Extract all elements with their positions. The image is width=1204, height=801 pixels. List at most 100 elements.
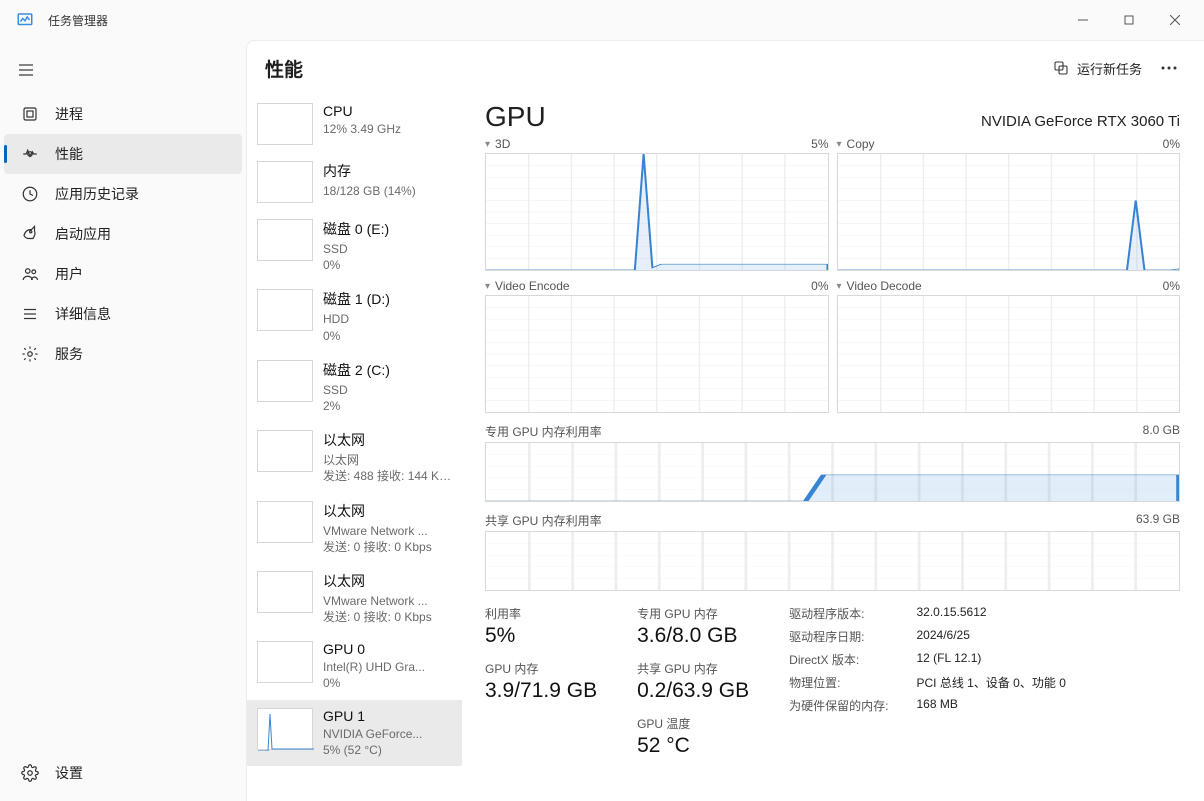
resource-item[interactable]: CPU12% 3.49 GHz xyxy=(247,95,462,153)
info-v: 32.0.15.5612 xyxy=(917,605,1066,622)
chevron-down-icon[interactable]: ▾ xyxy=(837,281,842,292)
resource-title: 以太网 xyxy=(323,501,454,521)
resource-sub: NVIDIA GeForce... xyxy=(323,726,454,742)
nav-label: 进程 xyxy=(55,104,83,124)
app-icon xyxy=(16,11,34,29)
chart-dedicated-mem xyxy=(485,442,1180,502)
resource-title: 以太网 xyxy=(323,430,454,450)
content-card: 性能 运行新任务 CPU12% 3.49 GHz内存18/128 GB (14%… xyxy=(246,40,1204,801)
resource-sub: 2% xyxy=(323,398,454,414)
resource-title: GPU 0 xyxy=(323,641,454,657)
resource-item[interactable]: GPU 0 Intel(R) UHD Gra...0% xyxy=(247,633,462,699)
chart-venc-value: 0% xyxy=(811,279,828,293)
info-k: 驱动程序版本: xyxy=(789,605,888,622)
resource-sub: VMware Network ... xyxy=(323,523,454,539)
chart-video-encode xyxy=(485,295,829,413)
resource-item[interactable]: 以太网VMware Network ...发送: 0 接收: 0 Kbps xyxy=(247,493,462,563)
nav-details[interactable]: 详细信息 xyxy=(4,294,242,334)
temp-label: GPU 温度 xyxy=(637,715,749,732)
nav-label: 服务 xyxy=(55,344,83,364)
nav-performance[interactable]: 性能 xyxy=(4,134,242,174)
performance-icon xyxy=(21,145,39,163)
resource-title: GPU 1 xyxy=(323,708,454,724)
nav-history[interactable]: 应用历史记录 xyxy=(4,174,242,214)
maximize-button[interactable] xyxy=(1106,4,1152,36)
resource-sub: SSD xyxy=(323,382,454,398)
nav-label: 设置 xyxy=(55,763,83,783)
resource-item[interactable]: 以太网VMware Network ...发送: 0 接收: 0 Kbps xyxy=(247,563,462,633)
more-button[interactable] xyxy=(1152,51,1186,85)
resource-sub: SSD xyxy=(323,241,454,257)
resource-thumbnail xyxy=(257,360,313,402)
chart-3d-value: 5% xyxy=(811,137,828,151)
resource-item[interactable]: 内存18/128 GB (14%) xyxy=(247,153,462,211)
nav-users[interactable]: 用户 xyxy=(4,254,242,294)
chevron-down-icon[interactable]: ▾ xyxy=(485,281,490,292)
chevron-down-icon[interactable]: ▾ xyxy=(485,139,490,150)
chart-venc-label: Video Encode xyxy=(495,279,570,293)
info-v: 2024/6/25 xyxy=(917,628,1066,645)
run-new-task-button[interactable]: 运行新任务 xyxy=(1043,53,1152,84)
resource-thumbnail xyxy=(257,501,313,543)
gpumem-label: GPU 内存 xyxy=(485,660,597,677)
close-button[interactable] xyxy=(1152,4,1198,36)
resource-item[interactable]: GPU 1 NVIDIA GeForce...5% (52 °C) xyxy=(247,700,462,766)
resource-thumbnail xyxy=(257,219,313,261)
nav-label: 用户 xyxy=(55,264,83,284)
nav-label: 启动应用 xyxy=(55,224,111,244)
info-v: 12 (FL 12.1) xyxy=(917,651,1066,668)
services-icon xyxy=(21,345,39,363)
content-header: 性能 运行新任务 xyxy=(247,41,1204,95)
resource-thumbnail xyxy=(257,430,313,472)
resource-thumbnail xyxy=(257,641,313,683)
resource-thumbnail xyxy=(257,161,313,203)
resource-sub: 5% (52 °C) xyxy=(323,742,454,758)
gpu-detail-panel: GPU NVIDIA GeForce RTX 3060 Ti ▾ 3D 5% xyxy=(463,95,1204,801)
resource-list[interactable]: CPU12% 3.49 GHz内存18/128 GB (14%)磁盘 0 (E:… xyxy=(247,95,463,801)
hamburger-button[interactable] xyxy=(6,52,46,88)
temp-value: 52 °C xyxy=(637,734,749,758)
chart-vdec-value: 0% xyxy=(1163,279,1180,293)
resource-thumbnail xyxy=(257,289,313,331)
resource-sub: 18/128 GB (14%) xyxy=(323,183,454,199)
resource-sub: 0% xyxy=(323,675,454,691)
chart-3d-label: 3D xyxy=(495,137,510,151)
nav-settings[interactable]: 设置 xyxy=(4,753,242,793)
resource-item[interactable]: 以太网以太网发送: 488 接收: 144 Kbps xyxy=(247,422,462,492)
gpu-model: NVIDIA GeForce RTX 3060 Ti xyxy=(981,113,1180,130)
details-icon xyxy=(21,305,39,323)
nav-label: 性能 xyxy=(55,144,83,164)
resource-item[interactable]: 磁盘 1 (D:)HDD0% xyxy=(247,281,462,351)
info-v: PCI 总线 1、设备 0、功能 0 xyxy=(917,674,1066,691)
nav-label: 详细信息 xyxy=(55,304,111,324)
resource-title: 磁盘 0 (E:) xyxy=(323,219,454,239)
chart-shared-mem xyxy=(485,531,1180,591)
nav-services[interactable]: 服务 xyxy=(4,334,242,374)
shared-mem-max: 63.9 GB xyxy=(1136,512,1180,529)
chart-video-decode xyxy=(837,295,1181,413)
resource-item[interactable]: 磁盘 0 (E:) SSD0% xyxy=(247,211,462,281)
gpu-stats: 利用率 5% GPU 内存 3.9/71.9 GB 专用 GPU 内存 3.6/… xyxy=(485,605,1180,758)
resource-sub: 0% xyxy=(323,257,454,273)
info-k: DirectX 版本: xyxy=(789,651,888,668)
nav-startup[interactable]: 启动应用 xyxy=(4,214,242,254)
chart-copy xyxy=(837,153,1181,271)
processes-icon xyxy=(21,105,39,123)
util-label: 利用率 xyxy=(485,605,597,622)
nav-label: 应用历史记录 xyxy=(55,184,139,204)
chart-copy-value: 0% xyxy=(1163,137,1180,151)
startup-icon xyxy=(21,225,39,243)
resource-sub: Intel(R) UHD Gra... xyxy=(323,659,454,675)
resource-sub: 发送: 488 接收: 144 Kbps xyxy=(323,468,454,484)
resource-title: 磁盘 2 (C:) xyxy=(323,360,454,380)
left-nav: 进程 性能 应用历史记录 启动应用 用户 详细信息 服务 设置 xyxy=(0,40,246,801)
nav-processes[interactable]: 进程 xyxy=(4,94,242,134)
info-k: 为硬件保留的内存: xyxy=(789,697,888,714)
minimize-button[interactable] xyxy=(1060,4,1106,36)
dedmem-value: 3.6/8.0 GB xyxy=(637,624,749,648)
shmem-label: 共享 GPU 内存 xyxy=(637,660,749,677)
gpu-info-table: 驱动程序版本: 32.0.15.5612 驱动程序日期: 2024/6/25 D… xyxy=(789,605,1066,758)
info-k: 驱动程序日期: xyxy=(789,628,888,645)
chevron-down-icon[interactable]: ▾ xyxy=(837,139,842,150)
resource-item[interactable]: 磁盘 2 (C:) SSD2% xyxy=(247,352,462,422)
